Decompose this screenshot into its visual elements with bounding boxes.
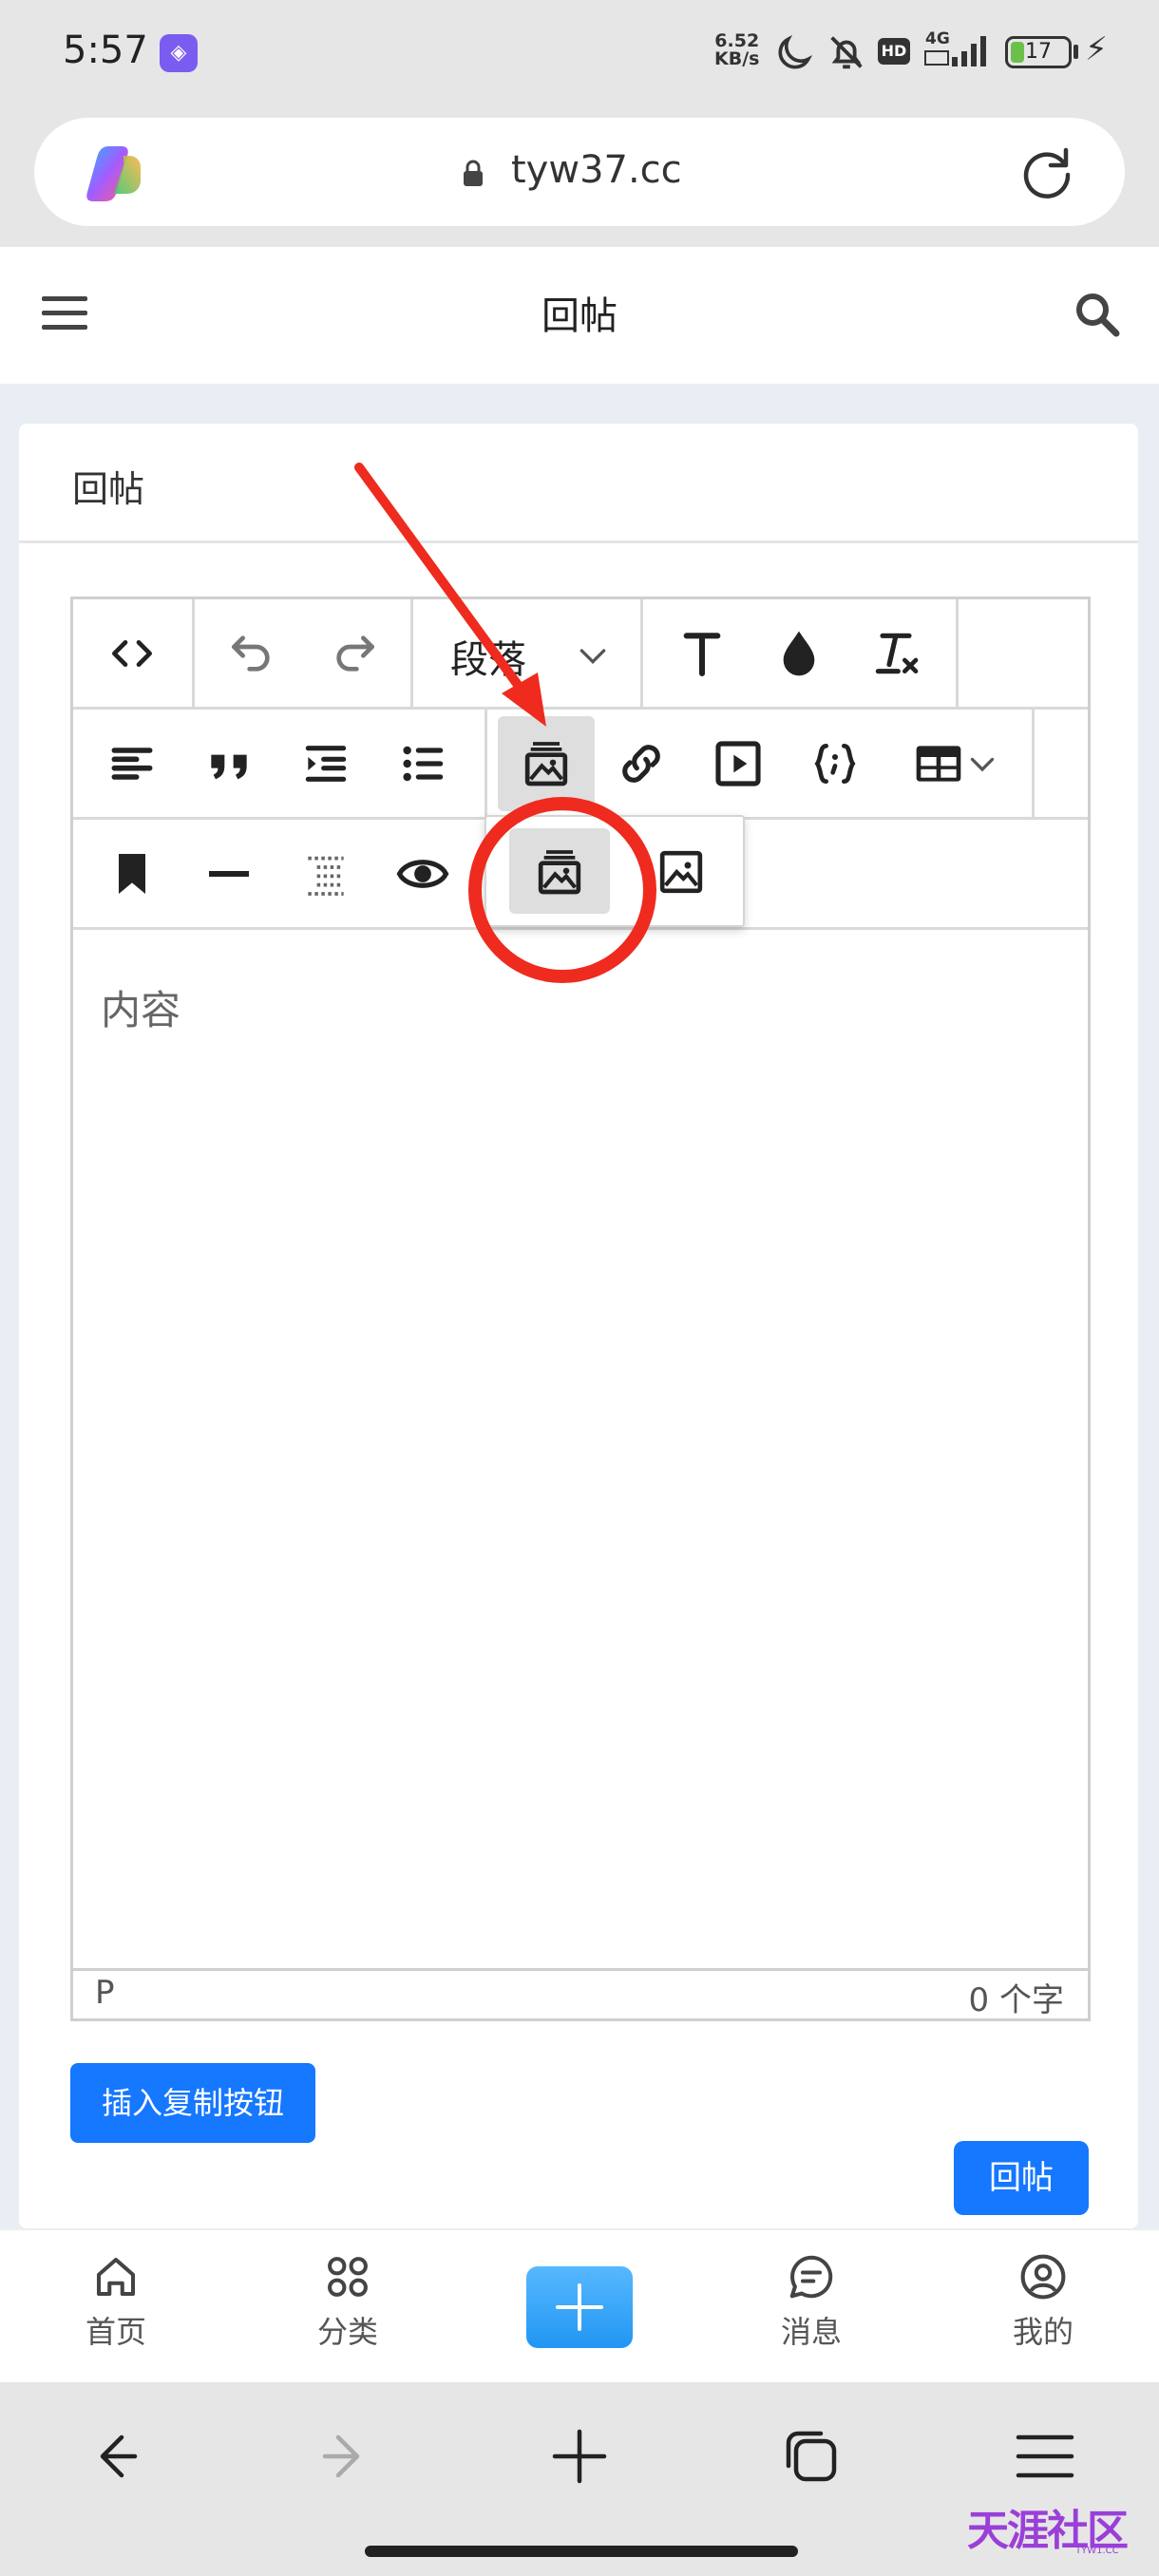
battery-tip: [1074, 45, 1078, 59]
font-size-button[interactable]: [659, 608, 745, 699]
toolbar-separator: [410, 599, 413, 710]
network-speed-unit: KB/s: [714, 48, 760, 69]
browser-menu-icon[interactable]: [1015, 2426, 1075, 2487]
signal-icon: 4G: [924, 29, 986, 66]
toolbar-separator: [640, 599, 643, 710]
insert-table-button[interactable]: [889, 718, 1022, 809]
bullet-list-icon: [403, 746, 444, 782]
copilot-logo-icon[interactable]: [82, 141, 146, 205]
reload-icon[interactable]: [1018, 142, 1075, 199]
tab-label: 首页: [85, 2314, 146, 2350]
home-icon: [96, 2257, 136, 2297]
chevron-down-icon: [580, 649, 606, 665]
table-of-contents-button[interactable]: [283, 828, 369, 919]
toolbar-separator: [956, 599, 959, 710]
user-icon: [1020, 2254, 1066, 2300]
clear-format-button[interactable]: [853, 608, 939, 699]
tab-add-post-button[interactable]: [526, 2266, 633, 2348]
text-size-icon: [683, 633, 721, 677]
bookmark-icon: [119, 854, 145, 894]
code-sample-button[interactable]: [792, 718, 878, 809]
insert-multiple-images-option[interactable]: [517, 826, 602, 918]
back-arrow-icon[interactable]: [84, 2426, 144, 2487]
shield-app-icon: ◈: [160, 34, 198, 72]
network-speed: 6.52 KB/s: [714, 32, 759, 68]
bell-off-icon: [830, 36, 863, 69]
tabs-switcher-icon[interactable]: [781, 2426, 842, 2487]
forward-arrow-icon[interactable]: [315, 2426, 376, 2487]
indent-icon: [305, 746, 347, 782]
image-stack-icon: [524, 742, 568, 786]
link-icon: [622, 745, 660, 783]
code-icon: [112, 640, 153, 667]
battery-icon: 17: [1005, 36, 1072, 68]
preview-button[interactable]: [380, 828, 466, 919]
redo-button[interactable]: [312, 608, 397, 699]
battery-percent: 17: [1025, 40, 1052, 64]
page-title: 回帖: [542, 294, 618, 338]
undo-button[interactable]: [209, 608, 294, 699]
chevron-down-icon: [970, 757, 995, 772]
home-indicator[interactable]: [365, 2546, 798, 2557]
toolbar-separator: [192, 599, 195, 710]
toolbar-separator: [1032, 710, 1035, 820]
new-tab-plus-icon[interactable]: [549, 2426, 610, 2487]
chat-icon: [789, 2255, 833, 2299]
horizontal-line-icon: [209, 870, 249, 878]
url-text[interactable]: tyw37.cc: [511, 148, 682, 192]
card-title: 回帖: [72, 468, 145, 510]
blockquote-button[interactable]: [186, 718, 272, 809]
text-color-button[interactable]: [756, 608, 842, 699]
tab-label: 我的: [1012, 2314, 1074, 2350]
color-drop-icon: [783, 631, 815, 676]
editor-content-area[interactable]: 内容: [101, 978, 180, 1036]
image-stack-icon: [538, 850, 581, 895]
redo-icon: [336, 635, 374, 672]
card-header: [19, 424, 1138, 543]
moon-icon: [778, 34, 813, 69]
source-code-button[interactable]: [89, 608, 175, 699]
horizontal-rule-button[interactable]: [186, 828, 272, 919]
tab-label: 分类: [316, 2314, 378, 2350]
element-path[interactable]: P: [95, 1974, 115, 2012]
align-left-icon: [111, 748, 153, 780]
tab-home[interactable]: 首页: [40, 2251, 192, 2365]
hd-badge: HD: [878, 38, 910, 65]
insert-single-image-option[interactable]: [638, 826, 724, 918]
anchor-button[interactable]: [89, 828, 175, 919]
network-type: 4G: [925, 29, 950, 48]
tab-label: 消息: [780, 2314, 842, 2350]
bullet-list-button[interactable]: [380, 718, 466, 809]
search-icon[interactable]: [1074, 291, 1121, 338]
insert-image-button[interactable]: [504, 718, 589, 809]
quote-icon: [211, 754, 247, 780]
insert-link-button[interactable]: [598, 718, 684, 809]
block-format-label: 段落: [450, 638, 526, 682]
eye-icon: [396, 860, 449, 888]
code-braces-icon: [814, 744, 856, 784]
status-time: 5:57: [63, 28, 148, 72]
tab-messages[interactable]: 消息: [735, 2251, 887, 2365]
reply-submit-button[interactable]: 回帖: [954, 2141, 1089, 2215]
insert-video-button[interactable]: [695, 718, 781, 809]
table-icon: [916, 746, 961, 782]
image-icon: [659, 850, 703, 894]
grid-icon: [328, 2257, 368, 2297]
tab-categories[interactable]: 分类: [272, 2251, 424, 2365]
undo-icon: [232, 635, 270, 672]
clear-format-icon: [875, 633, 919, 674]
toolbar-separator: [484, 710, 487, 820]
tab-profile[interactable]: 我的: [967, 2251, 1119, 2365]
toc-icon: [308, 856, 344, 896]
plus-icon: [556, 2283, 603, 2331]
video-icon: [715, 741, 761, 786]
indent-button[interactable]: [283, 718, 369, 809]
word-count: 0 个字: [968, 1981, 1064, 2019]
charging-icon: ⚡: [1085, 30, 1108, 68]
align-left-button[interactable]: [89, 718, 175, 809]
insert-copy-button[interactable]: 插入复制按钮: [70, 2063, 315, 2143]
lock-icon: [464, 160, 483, 186]
watermark-domain: TYW1.CC: [1075, 2546, 1119, 2556]
